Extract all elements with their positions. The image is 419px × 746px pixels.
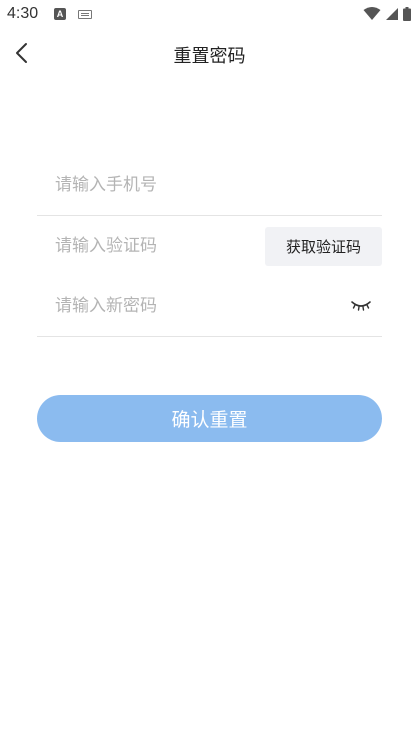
password-divider — [37, 336, 382, 337]
phone-field-row — [37, 155, 382, 215]
get-code-button[interactable]: 获取验证码 — [265, 227, 382, 266]
status-bar: 4:30 A — [0, 0, 419, 30]
password-field-row — [37, 276, 382, 336]
phone-input[interactable] — [37, 155, 382, 215]
signal-icon — [386, 8, 398, 20]
nav-bar: 重置密码 — [0, 30, 419, 78]
system-icons — [363, 6, 411, 22]
wifi-icon — [363, 7, 381, 20]
battery-icon — [403, 7, 411, 21]
confirm-reset-button[interactable]: 确认重置 — [37, 395, 382, 442]
code-input[interactable] — [37, 216, 257, 276]
page-title: 重置密码 — [173, 46, 246, 67]
status-time: 4:30 — [7, 5, 39, 22]
new-password-input[interactable] — [37, 276, 337, 336]
code-field-row: 获取验证码 — [37, 216, 382, 276]
a-icon: A — [54, 8, 66, 20]
eye-closed-icon[interactable] — [350, 295, 372, 315]
keyboard-icon — [78, 10, 92, 19]
